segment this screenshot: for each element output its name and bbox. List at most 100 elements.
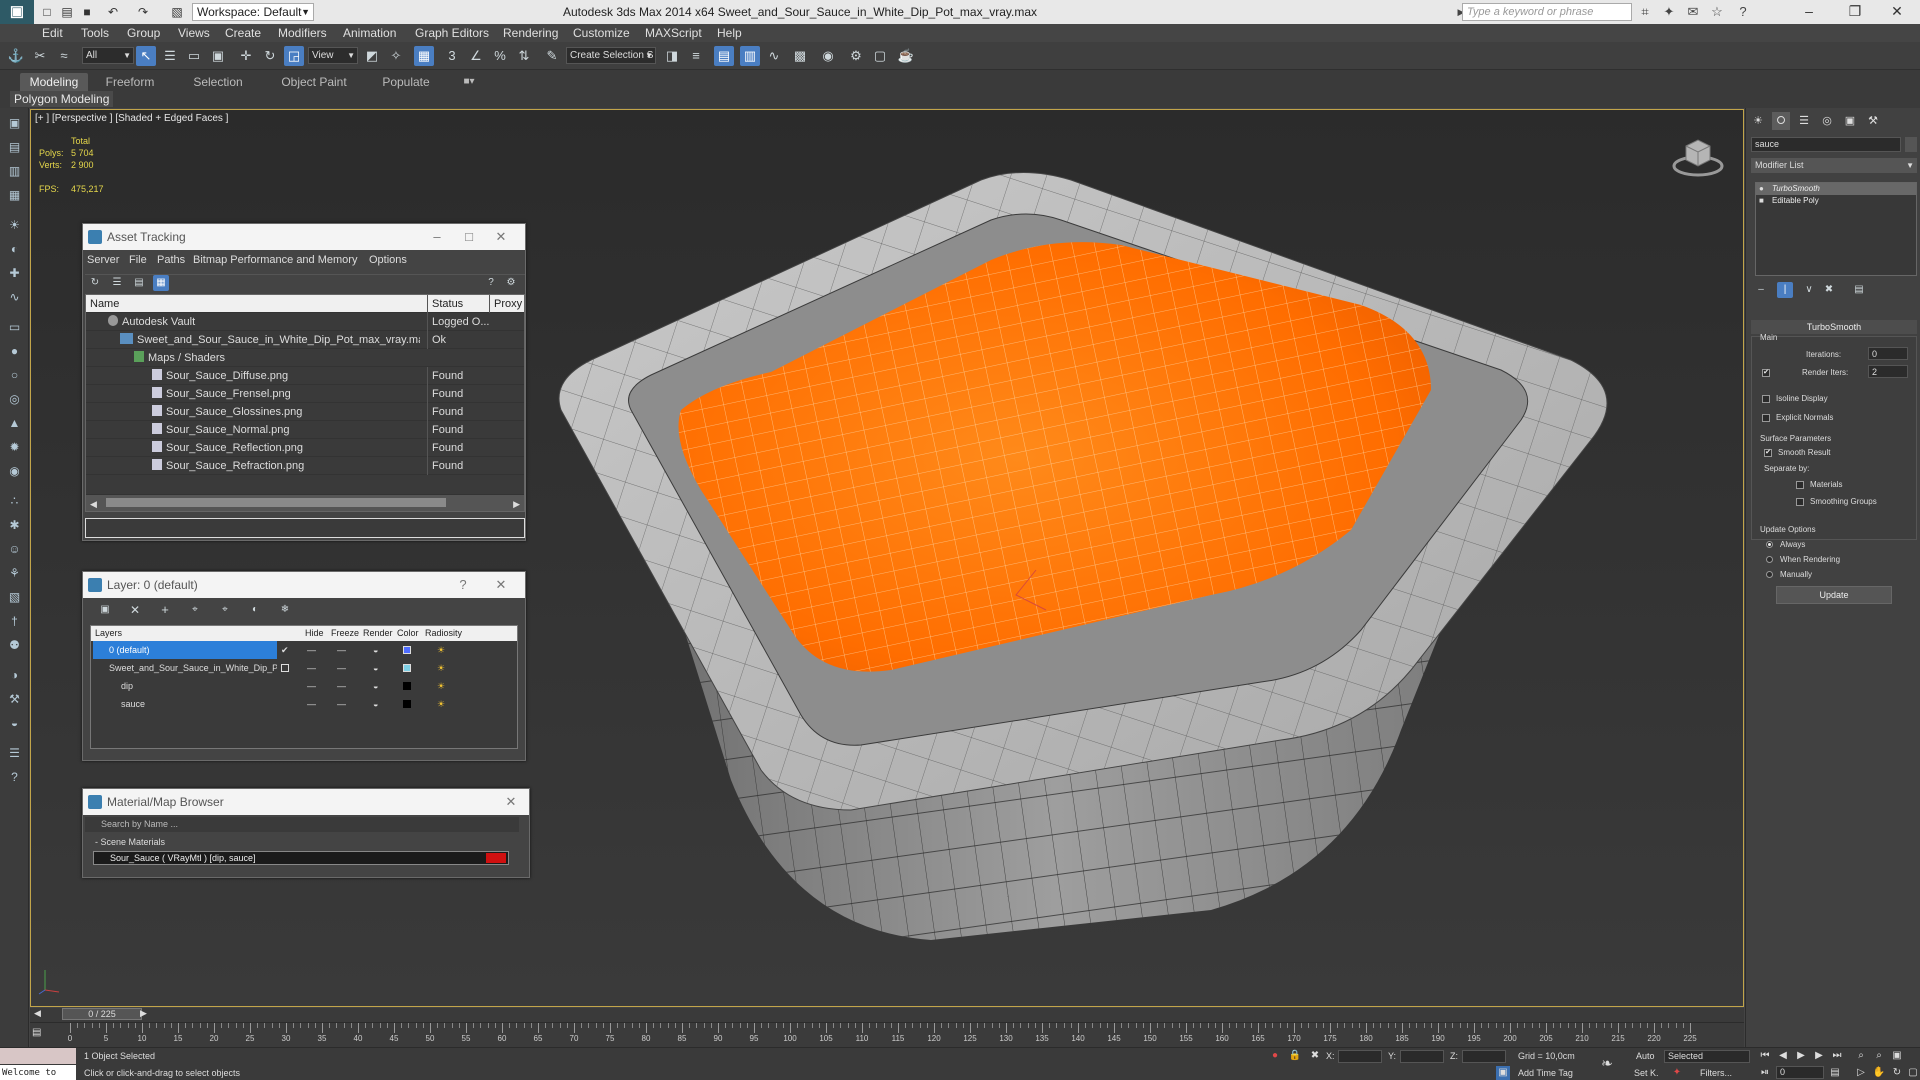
layer-color-swatch[interactable]	[403, 664, 411, 672]
table-row[interactable]: Sour_Sauce_Frensel.png Found	[86, 385, 524, 403]
render-production-icon[interactable]: ☕	[896, 46, 916, 66]
table-row[interactable]: Autodesk Vault Logged O...	[86, 313, 524, 331]
tab-populate[interactable]: Populate	[372, 73, 440, 91]
freeze-toggle[interactable]: —	[337, 641, 346, 659]
object-name-field[interactable]: sauce	[1751, 137, 1901, 152]
render-icon[interactable]: ◑	[5, 666, 24, 685]
rotate-icon[interactable]: ↻	[260, 46, 280, 66]
maximize-viewport-icon[interactable]: ▢	[1906, 1066, 1920, 1080]
select-and-link-icon[interactable]: ⚓	[6, 46, 26, 66]
keyboard-shortcut-override-icon[interactable]: ▦	[414, 46, 434, 66]
table-row[interactable]: Sweet_and_Sour_Sauce_in_White_Dip_Pot_ma…	[86, 331, 524, 349]
current-frame-field[interactable]: 0	[1776, 1066, 1824, 1079]
teapot-icon[interactable]: ◉	[5, 462, 24, 481]
menu-customize[interactable]: Customize	[573, 24, 630, 42]
hair-icon[interactable]: ⚘	[5, 564, 24, 583]
ribbon-options-icon[interactable]: ■▾	[456, 73, 482, 91]
modifier-list-dropdown[interactable]: Modifier List ▼	[1751, 158, 1917, 173]
delete-layer-icon[interactable]: ✕	[127, 602, 143, 618]
binoculars-icon[interactable]: ⌗	[1636, 3, 1654, 21]
table-row[interactable]: Sour_Sauce_Refraction.png Found	[86, 457, 524, 475]
snaps-toggle-icon[interactable]: 3	[442, 46, 462, 66]
close-button[interactable]: ✕	[1874, 0, 1920, 24]
menu-create[interactable]: Create	[225, 24, 261, 42]
materials-checkbox[interactable]	[1796, 481, 1804, 489]
maximize-button[interactable]: ❐	[1832, 0, 1878, 24]
radiosity-icon[interactable]: ☀	[437, 695, 445, 713]
freeze-all-layers-icon[interactable]: ❄	[277, 602, 293, 618]
menu-maxscript[interactable]: MAXScript	[645, 24, 702, 42]
layer-row[interactable]: sauce — — ◒ ☀	[91, 695, 517, 713]
unlink-icon[interactable]: ✂	[30, 46, 50, 66]
z-coord-field[interactable]	[1462, 1050, 1506, 1063]
search-input[interactable]: Type a keyword or phrase	[1462, 3, 1632, 21]
scroll-right-icon[interactable]: ▶	[513, 495, 520, 513]
zoom-all-icon[interactable]: ⌕	[1872, 1049, 1886, 1063]
zoom-extents-icon[interactable]: ▣	[1890, 1049, 1904, 1063]
layer-manager-icon[interactable]: ▤	[714, 46, 734, 66]
biped-icon[interactable]: ⚉	[5, 636, 24, 655]
layer-row[interactable]: Sweet_and_Sour_Sauce_in_White_Dip_Pot — …	[91, 659, 517, 677]
update-always-radio[interactable]	[1766, 541, 1773, 548]
freeze-toggle[interactable]: —	[337, 695, 346, 713]
time-next-icon[interactable]: ▶	[140, 1008, 147, 1019]
rendered-frame-window-icon[interactable]: ▢	[870, 46, 890, 66]
helpers-icon[interactable]: ✚	[5, 264, 24, 283]
filters-button[interactable]: Filters...	[1700, 1066, 1732, 1080]
menu-server[interactable]: Server	[87, 254, 119, 266]
menu-tools[interactable]: Tools	[81, 24, 109, 42]
orbit-icon[interactable]: ↻	[1890, 1066, 1904, 1080]
curve-editor-icon[interactable]: ∿	[764, 46, 784, 66]
align-icon[interactable]: ≡	[686, 46, 706, 66]
mini-curve-editor-icon[interactable]: ▤	[32, 1027, 52, 1041]
layer-color-swatch[interactable]	[403, 700, 411, 708]
x-coord-field[interactable]	[1338, 1050, 1382, 1063]
graphite-ribbon-icon[interactable]: ▥	[740, 46, 760, 66]
table-row[interactable]: Sour_Sauce_Reflection.png Found	[86, 439, 524, 457]
tab-object-paint[interactable]: Object Paint	[276, 73, 352, 91]
y-coord-field[interactable]	[1400, 1050, 1444, 1063]
pin-stack-icon[interactable]: –	[1753, 282, 1769, 298]
viewcube-icon[interactable]	[1671, 134, 1725, 178]
display-tab-icon[interactable]: ▣	[1841, 112, 1859, 130]
layer-explorer-icon[interactable]: ▤	[5, 138, 24, 157]
menu-views[interactable]: Views	[178, 24, 210, 42]
subscription-icon[interactable]: ✦	[1660, 3, 1678, 21]
update-when-rendering-radio[interactable]	[1766, 556, 1773, 563]
mirror-icon[interactable]: ◨	[662, 46, 682, 66]
table-row[interactable]: Maps / Shaders	[86, 349, 524, 367]
freeze-toggle[interactable]: —	[337, 677, 346, 695]
open-file-icon[interactable]: ▤	[58, 3, 76, 21]
asset-tracking-titlebar[interactable]: Asset Tracking – □ ✕	[83, 224, 525, 250]
box-icon[interactable]: ▭	[5, 318, 24, 337]
iterations-spinner[interactable]: 0	[1868, 347, 1908, 360]
update-manually-radio[interactable]	[1766, 571, 1773, 578]
list-view-icon[interactable]: ☰	[109, 275, 125, 291]
render-iters-checkbox[interactable]: ✔	[1762, 369, 1770, 377]
help-icon[interactable]: ?	[1734, 3, 1752, 21]
key-mode-icon[interactable]: ⏯	[1758, 1066, 1772, 1080]
character-icon[interactable]: ☺	[5, 540, 24, 559]
zoom-icon[interactable]: ⌕	[1854, 1049, 1868, 1063]
menu-edit[interactable]: Edit	[42, 24, 63, 42]
set-key-button[interactable]: Set K.	[1634, 1066, 1659, 1080]
time-slider[interactable]: 0 / 225	[62, 1008, 142, 1020]
space-warps-icon[interactable]: ∿	[5, 288, 24, 307]
column-hide[interactable]: Hide	[305, 626, 324, 641]
column-color[interactable]: Color	[397, 626, 419, 641]
select-by-name-icon[interactable]: ☰	[160, 46, 180, 66]
scrollbar-thumb[interactable]	[106, 498, 446, 507]
set-key-icon[interactable]: ✦	[1670, 1066, 1684, 1080]
menu-paths[interactable]: Paths	[157, 254, 185, 266]
motion-tab-icon[interactable]: ◎	[1818, 112, 1836, 130]
selection-lock-icon[interactable]: 🔒	[1288, 1049, 1302, 1063]
render-setup-icon[interactable]: ⚙	[846, 46, 866, 66]
object-color-swatch[interactable]	[1905, 137, 1917, 152]
utilities-tab-icon[interactable]: ⚒	[1864, 112, 1882, 130]
communication-icon[interactable]: ✉	[1684, 3, 1702, 21]
bones-icon[interactable]: †	[5, 612, 24, 631]
select-object-icon[interactable]: ↖	[136, 46, 156, 66]
render-teapot-icon[interactable]: ◒	[373, 677, 378, 695]
window-crossing-icon[interactable]: ▣	[208, 46, 228, 66]
save-file-icon[interactable]: ■	[78, 3, 96, 21]
